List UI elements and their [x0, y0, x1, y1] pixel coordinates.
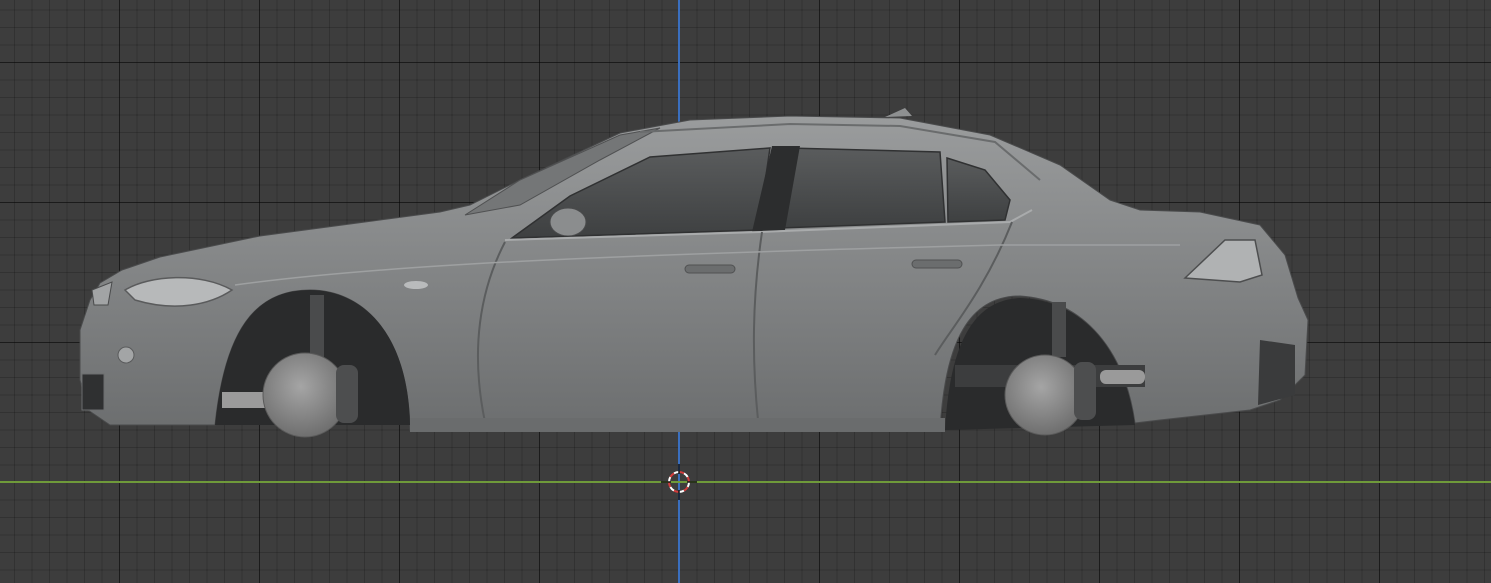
rear-side-window: [779, 147, 946, 229]
exhaust-pipe: [1100, 370, 1145, 384]
rear-diffuser: [1258, 340, 1295, 405]
front-brake-disc: [262, 352, 348, 438]
fog-light: [117, 346, 135, 364]
front-door-handle: [684, 264, 736, 274]
front-brake-caliper: [336, 365, 358, 423]
license-plate: [81, 373, 105, 411]
side-mirror: [549, 207, 587, 237]
rear-door-handle: [911, 259, 963, 269]
rear-strut: [1052, 302, 1066, 357]
3d-viewport[interactable]: [0, 0, 1491, 583]
shark-fin-antenna: [885, 108, 912, 117]
3d-cursor-icon[interactable]: [659, 462, 699, 502]
rear-brake-disc: [1004, 354, 1086, 436]
scene-canvas[interactable]: [0, 0, 1491, 583]
side-marker: [404, 281, 428, 289]
rear-brake-caliper: [1074, 362, 1096, 420]
rocker-panel: [410, 418, 945, 432]
